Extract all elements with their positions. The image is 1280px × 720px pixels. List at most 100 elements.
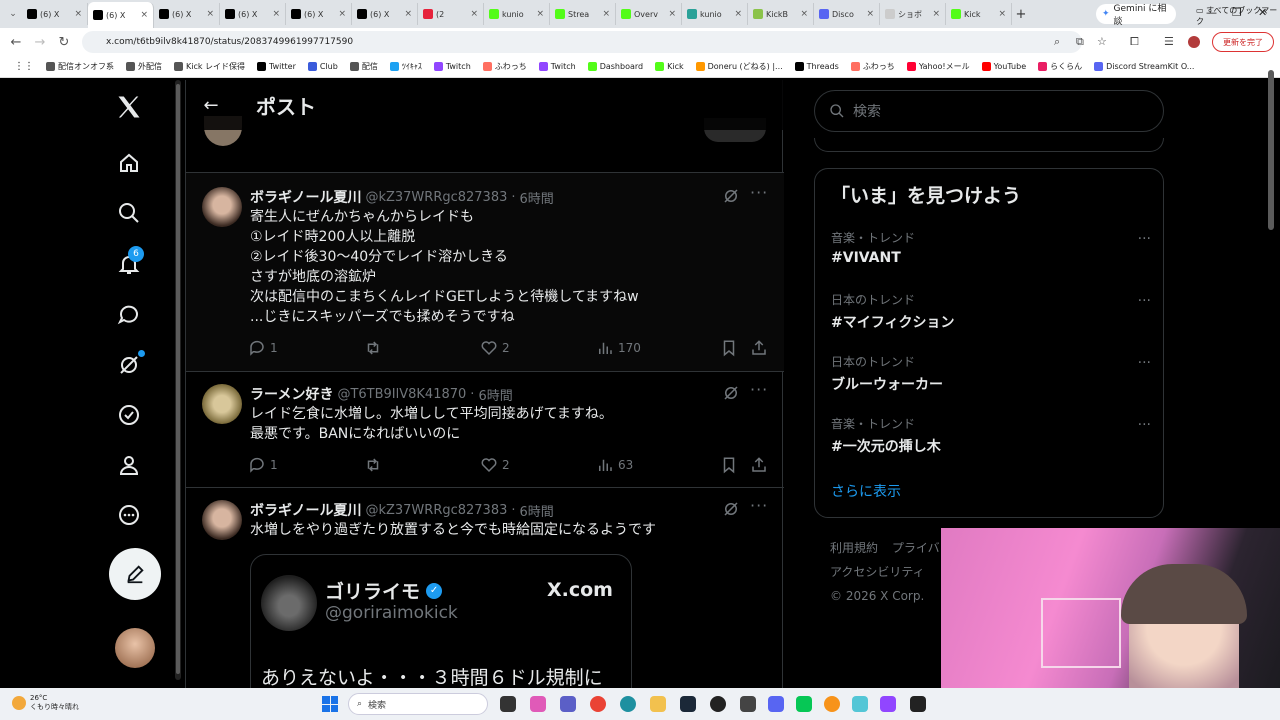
tab-close-icon[interactable]: × (668, 9, 676, 19)
bookmark-item[interactable]: Yahoo!メール (901, 61, 976, 72)
apps-icon[interactable]: ⋮⋮ (8, 61, 40, 72)
tab-close-icon[interactable]: × (536, 9, 544, 19)
reply-post[interactable]: ボラギノール夏川 @kZ37WRRgc827383 · 6時間 ··· 寄生人に… (186, 173, 784, 372)
messages-icon[interactable] (114, 299, 144, 329)
tab-close-icon[interactable]: × (338, 9, 346, 19)
post-time[interactable]: 6時間 (520, 501, 554, 520)
all-bookmarks-link[interactable]: ▭ すべてのブックマーク (1196, 5, 1280, 27)
bookmark-item[interactable]: ﾂｲｷｬｽ (384, 61, 428, 72)
app-icon[interactable] (740, 696, 756, 712)
tab-close-icon[interactable]: × (74, 9, 82, 19)
user-handle[interactable]: @kZ37WRRgc827383 (365, 190, 507, 205)
update-button[interactable]: 更新を完了 (1212, 32, 1274, 52)
chrome-icon[interactable] (590, 696, 606, 712)
back-nav-icon[interactable]: ← (4, 35, 28, 50)
tab-close-icon[interactable]: × (932, 9, 940, 19)
compose-post-button[interactable] (109, 548, 161, 600)
bookmark-button[interactable] (720, 339, 738, 357)
share-button[interactable] (750, 339, 768, 357)
post-time[interactable]: 6時間 (478, 385, 512, 404)
browser-tab[interactable]: ショボ × (880, 3, 946, 25)
avatar[interactable] (202, 500, 242, 540)
new-tab-button[interactable]: + (1012, 7, 1030, 22)
terms-link[interactable]: 利用規約 (830, 541, 878, 555)
bookmark-item[interactable]: ふわっち (477, 61, 533, 72)
back-arrow-icon[interactable]: ← (186, 95, 236, 116)
display-name[interactable]: ボラギノール夏川 (250, 500, 361, 520)
trend-more-icon[interactable]: ··· (1138, 231, 1151, 247)
premium-check-icon[interactable] (114, 400, 144, 430)
accessibility-link[interactable]: アクセシビリティ (830, 565, 925, 579)
tab-close-icon[interactable]: × (206, 9, 214, 19)
tab-close-icon[interactable]: × (866, 9, 874, 19)
profile-avatar[interactable] (1188, 36, 1200, 48)
page-scrollbar-thumb[interactable] (1268, 70, 1274, 230)
search-input[interactable]: 検索 (814, 90, 1164, 132)
bookmark-item[interactable]: 配信 (344, 61, 384, 72)
views-button[interactable]: 63 (596, 456, 633, 474)
reply-button[interactable]: 1 (248, 456, 278, 474)
gemini-button[interactable]: ✦ Gemini に相談 (1096, 4, 1176, 27)
browser-tab[interactable]: (6) X × (286, 3, 352, 25)
browser-tab[interactable]: (6) X × (22, 3, 88, 25)
display-name[interactable]: ボラギノール夏川 (250, 187, 361, 207)
reply-button[interactable]: 1 (248, 339, 278, 357)
twitch-icon[interactable] (880, 696, 896, 712)
cast-icon[interactable]: ⧉ (1076, 35, 1084, 49)
browser-tab[interactable]: (6) X × (88, 2, 154, 28)
left-scrollbar-thumb[interactable] (176, 84, 180, 674)
trend-more-icon[interactable]: ··· (1138, 417, 1151, 433)
embedded-card[interactable]: ゴリライモ ✓ @goriraimokick X.com ありえないよ・・・３時… (250, 554, 632, 688)
forward-nav-icon[interactable]: → (28, 35, 52, 50)
bookmark-item[interactable]: Twitch (533, 62, 582, 71)
trend-item[interactable]: 音楽・トレンド #一次元の挿し木 ··· (831, 415, 1151, 456)
like-button[interactable]: 2 (480, 339, 510, 357)
tab-close-icon[interactable]: × (272, 9, 280, 19)
zoom-icon[interactable]: ⌕ (1054, 35, 1060, 49)
extensions-icon[interactable]: ⧠ (1130, 35, 1139, 49)
file-explorer-icon[interactable] (650, 696, 666, 712)
avatar[interactable] (202, 187, 242, 227)
post-time[interactable]: 6時間 (520, 188, 554, 207)
browser-tab[interactable]: (6) X × (154, 3, 220, 25)
bookmark-item[interactable]: Doneru (どねる) |... (690, 61, 789, 72)
account-avatar[interactable] (115, 628, 155, 668)
tab-close-icon[interactable]: × (602, 9, 610, 19)
bookmark-item[interactable]: Kick (649, 62, 690, 71)
coin-app-icon[interactable] (824, 696, 840, 712)
browser-tab[interactable]: (6) X × (220, 3, 286, 25)
copilot-icon[interactable] (530, 696, 546, 712)
trend-item[interactable]: 音楽・トレンド #VIVANT ··· (831, 229, 1151, 266)
bookmark-item[interactable]: Threads (789, 62, 845, 71)
bookmark-item[interactable]: Club (302, 62, 344, 71)
line-icon[interactable] (796, 696, 812, 712)
views-button[interactable]: 170 (596, 339, 641, 357)
repost-button[interactable] (364, 339, 386, 357)
privacy-link[interactable]: プライバ (892, 541, 940, 555)
taskbar-search-input[interactable]: ⌕ 検索 (348, 693, 488, 715)
trend-more-icon[interactable]: ··· (1138, 293, 1151, 309)
browser-tab[interactable]: Disco × (814, 3, 880, 25)
display-name[interactable]: ラーメン好き (250, 384, 333, 404)
tab-close-icon[interactable]: × (800, 9, 808, 19)
edge-icon[interactable] (620, 696, 636, 712)
repost-button[interactable] (364, 456, 386, 474)
like-button[interactable]: 2 (480, 456, 510, 474)
reading-list-icon[interactable]: ☰ (1164, 35, 1174, 48)
share-button[interactable] (750, 456, 768, 474)
terminal-icon[interactable] (910, 696, 926, 712)
tab-close-icon[interactable]: × (140, 10, 148, 20)
browser-tab[interactable]: kunio × (682, 3, 748, 25)
address-bar[interactable]: x.com/t6tb9ilv8k41870/status/20837499619… (82, 31, 1082, 53)
tab-close-icon[interactable]: × (734, 9, 742, 19)
trend-item[interactable]: 日本のトレンド #マイフィクション ··· (831, 291, 1151, 332)
tab-close-icon[interactable]: × (470, 9, 478, 19)
trend-more-icon[interactable]: ··· (1138, 355, 1151, 371)
reply-post[interactable]: ラーメン好き @T6TB9IlV8K41870 · 6時間 ··· レイド乞食に… (186, 372, 784, 488)
trend-item[interactable]: 日本のトレンド ブルーウォーカー ··· (831, 353, 1151, 394)
post-more-icon[interactable]: ··· (750, 496, 768, 515)
bookmark-item[interactable]: YouTube (976, 62, 1033, 71)
post-more-icon[interactable]: ··· (750, 380, 768, 399)
browser-tab[interactable]: (2 × (418, 3, 484, 25)
tab-close-icon[interactable]: × (998, 9, 1006, 19)
